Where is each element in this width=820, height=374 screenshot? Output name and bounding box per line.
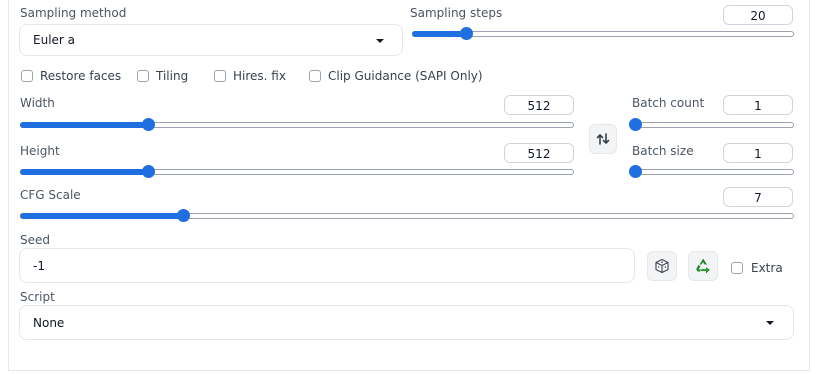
batch-size-slider[interactable]	[629, 165, 794, 178]
cfg-scale-slider-thumb[interactable]	[177, 209, 190, 222]
restore-faces-checkbox[interactable]	[21, 70, 33, 82]
width-input[interactable]: 512	[504, 95, 574, 115]
recycle-icon	[696, 258, 710, 274]
width-slider-fill	[20, 122, 148, 128]
hires-fix-checkbox[interactable]	[214, 70, 226, 82]
cfg-scale-input[interactable]: 7	[723, 187, 793, 207]
script-dropdown[interactable]: None	[19, 305, 794, 340]
clip-guidance-label: Clip Guidance (SAPI Only)	[328, 69, 483, 83]
cfg-scale-label: CFG Scale	[20, 188, 81, 202]
height-slider[interactable]	[20, 165, 574, 178]
tiling-checkbox[interactable]	[137, 70, 149, 82]
batch-count-label: Batch count	[632, 96, 705, 110]
width-slider-thumb[interactable]	[142, 118, 155, 131]
sampling-method-label: Sampling method	[20, 6, 127, 20]
batch-size-input[interactable]: 1	[723, 143, 793, 163]
swap-dimensions-icon	[596, 133, 610, 145]
script-value: None	[33, 316, 65, 330]
height-label: Height	[20, 144, 60, 158]
cfg-scale-slider-fill	[20, 213, 183, 219]
height-slider-thumb[interactable]	[142, 165, 155, 178]
height-input[interactable]: 512	[504, 143, 574, 163]
sampling-method-dropdown[interactable]: Euler a	[19, 24, 403, 56]
cfg-scale-slider[interactable]	[20, 209, 794, 222]
sampling-steps-input[interactable]: 20	[723, 5, 793, 25]
chevron-down-icon	[376, 39, 384, 43]
extra-seed-label: Extra	[751, 261, 783, 275]
sampling-steps-slider[interactable]	[412, 27, 794, 40]
reuse-seed-button[interactable]	[688, 251, 718, 281]
tiling-label: Tiling	[156, 69, 189, 83]
swap-dimensions-button[interactable]	[589, 124, 617, 154]
sampling-steps-label: Sampling steps	[410, 6, 503, 20]
sampling-steps-slider-thumb[interactable]	[460, 27, 473, 40]
seed-input[interactable]: -1	[19, 248, 635, 283]
batch-count-slider-thumb[interactable]	[629, 118, 642, 131]
width-label: Width	[20, 96, 55, 110]
clip-guidance-checkbox[interactable]	[309, 70, 321, 82]
settings-panel: Sampling method Euler a Sampling steps 2…	[8, 0, 810, 371]
sampling-steps-slider-fill	[412, 31, 466, 37]
extra-seed-checkbox[interactable]	[731, 262, 743, 274]
chevron-down-icon	[766, 321, 774, 325]
script-label: Script	[20, 290, 55, 304]
batch-count-slider[interactable]	[629, 118, 794, 131]
seed-label: Seed	[20, 233, 50, 247]
batch-count-input[interactable]: 1	[723, 95, 793, 115]
batch-size-label: Batch size	[632, 144, 694, 158]
random-seed-button[interactable]	[647, 251, 677, 281]
width-slider[interactable]	[20, 118, 574, 131]
restore-faces-label: Restore faces	[40, 69, 122, 83]
height-slider-fill	[20, 169, 148, 175]
hires-fix-label: Hires. fix	[233, 69, 286, 83]
dice-icon	[655, 258, 669, 274]
sampling-method-value: Euler a	[33, 33, 76, 47]
batch-size-slider-thumb[interactable]	[629, 165, 642, 178]
seed-value: -1	[33, 259, 45, 273]
